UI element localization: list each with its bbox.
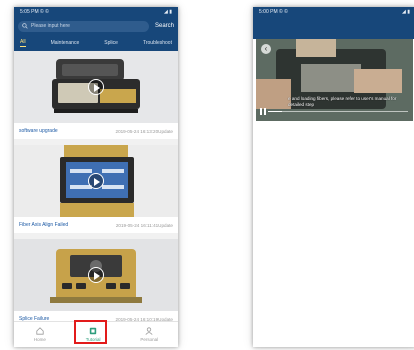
- tab-all[interactable]: All: [20, 39, 26, 47]
- right-phone-screen: 5:00 PM © © ◢ ▮ ‹ e and loading fibers, …: [253, 7, 414, 347]
- nav-tutorial[interactable]: Tutorial: [73, 320, 107, 344]
- person-icon: [145, 327, 153, 335]
- header-bar: [253, 17, 414, 39]
- search-input[interactable]: [31, 21, 145, 31]
- video-feed: software upgrade 2019-05-24 16:13:20Upda…: [14, 51, 178, 322]
- search-box[interactable]: [18, 20, 149, 32]
- status-bar: 5:00 PM © © ◢ ▮: [253, 7, 414, 17]
- tab-troubleshoot[interactable]: Troubleshoot: [143, 40, 172, 46]
- video-card[interactable]: Fiber Axis Align Failed 2019-05-24 16:11…: [14, 145, 178, 233]
- video-meta: Fiber Axis Align Failed 2019-05-24 16:11…: [14, 217, 178, 233]
- back-button[interactable]: ‹: [261, 44, 271, 54]
- nav-personal-label: Personal: [140, 337, 159, 342]
- video-progress-fill: [268, 111, 282, 112]
- video-thumbnail[interactable]: [14, 51, 178, 123]
- nav-personal[interactable]: Personal: [140, 327, 158, 342]
- nav-home[interactable]: Home: [34, 327, 46, 342]
- play-icon[interactable]: [88, 173, 104, 189]
- tab-splice[interactable]: Splice: [104, 40, 118, 46]
- bottom-navigation: Home Tutorial Personal: [14, 320, 178, 347]
- tab-maintenance[interactable]: Maintenance: [51, 40, 80, 46]
- video-thumbnail[interactable]: [14, 239, 178, 311]
- video-frame-image: [256, 39, 413, 121]
- left-phone-screen: 5:05 PM © © ◢ ▮ Search All Maintenance S…: [14, 7, 178, 347]
- video-player[interactable]: ‹ e and loading fibers, please refer to …: [256, 39, 413, 121]
- video-card[interactable]: software upgrade 2019-05-24 16:13:20Upda…: [14, 51, 178, 139]
- status-icons: ◢ ▮: [164, 9, 172, 15]
- video-progress-bar[interactable]: [268, 111, 408, 112]
- home-icon: [36, 327, 44, 335]
- video-subtitle: e and loading fibers, please refer to us…: [288, 96, 397, 107]
- search-button[interactable]: Search: [155, 23, 174, 29]
- video-date: 2019-05-24 16:11:41Update: [115, 222, 173, 228]
- pause-icon[interactable]: [260, 108, 266, 115]
- status-icons: ◢ ▮: [402, 9, 410, 15]
- video-meta: software upgrade 2019-05-24 16:13:20Upda…: [14, 123, 178, 139]
- status-time: 5:00 PM © ©: [259, 9, 288, 15]
- category-tabs: All Maintenance Splice Troubleshoot: [14, 35, 178, 51]
- video-date: 2019-05-24 16:13:20Update: [115, 128, 173, 134]
- play-icon[interactable]: [88, 79, 104, 95]
- video-card[interactable]: Splice Failure 2019-05-24 16:10:19Update: [14, 239, 178, 322]
- status-time: 5:05 PM © ©: [20, 9, 49, 15]
- play-icon[interactable]: [88, 267, 104, 283]
- search-icon: [22, 23, 28, 29]
- status-bar: 5:05 PM © © ◢ ▮: [14, 7, 178, 17]
- search-row: Search: [14, 17, 178, 35]
- nav-home-label: Home: [33, 337, 46, 342]
- video-thumbnail[interactable]: [14, 145, 178, 217]
- video-title[interactable]: Fiber Axis Align Failed: [19, 222, 68, 228]
- highlight-box: [73, 320, 107, 344]
- video-title[interactable]: software upgrade: [19, 128, 58, 134]
